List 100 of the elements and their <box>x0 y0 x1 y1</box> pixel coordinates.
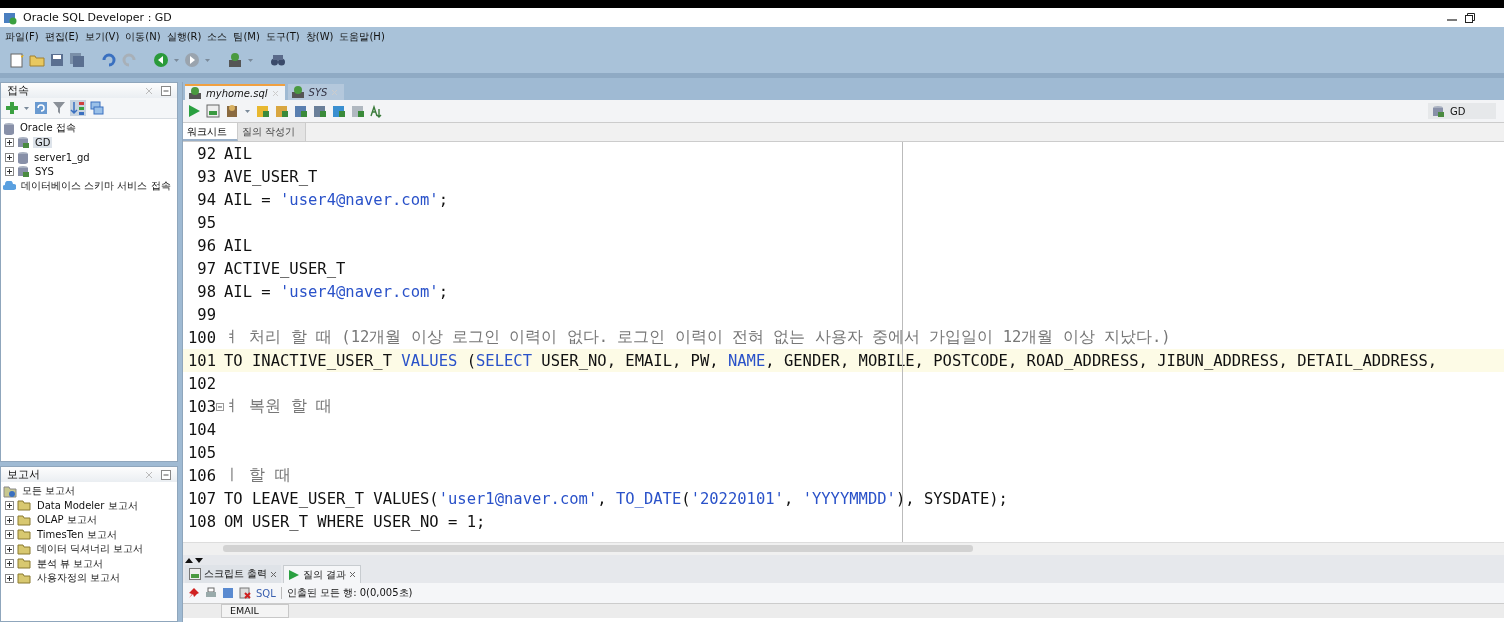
folder-icon <box>17 558 32 570</box>
column-header[interactable]: EMAIL <box>221 604 289 618</box>
tree-item[interactable]: 데이터베이스 스키마 서비스 접속 <box>19 179 173 194</box>
toolbar-icon[interactable] <box>332 104 346 118</box>
code-line: AIL = 'user4@naver.com'; <box>224 282 448 301</box>
line-number: 104 <box>187 420 216 439</box>
save-all-icon[interactable] <box>69 52 85 68</box>
tab[interactable]: 워크시트 <box>183 123 238 141</box>
line-number: 103 <box>187 397 216 416</box>
tree-item[interactable]: 모든 보고서 <box>20 484 78 499</box>
menu-item[interactable]: 편집(E) <box>41 30 82 44</box>
sql-worksheet-icon[interactable] <box>227 52 243 68</box>
window-title: Oracle SQL Developer : GD <box>23 11 172 24</box>
code-line: TO INACTIVE_USER_T VALUES (SELECT USER_NO, EMAIL, PW, NAME, GENDER, MOBILE, POSTCODE, ROAD_ADDRESS, JIBUN_ADDRESS, DETAIL_ADDRESS, <box>224 351 1438 370</box>
expand-icon[interactable] <box>5 501 14 511</box>
tree-item[interactable]: SYS <box>33 166 56 178</box>
code-line: AVE_USER_T <box>224 167 318 186</box>
expand-icon[interactable] <box>5 167 14 177</box>
tree-item[interactable]: GD <box>33 137 53 149</box>
output-tab[interactable]: 스크립트 출력 <box>185 565 282 583</box>
toolbar-icon[interactable] <box>256 104 270 118</box>
filter-icon[interactable] <box>52 101 66 115</box>
folder-icon <box>17 529 32 541</box>
expand-icon[interactable] <box>5 515 14 525</box>
expand-icon[interactable] <box>5 559 14 569</box>
collapse-arrows-icon[interactable] <box>185 557 203 563</box>
line-number: 98 <box>196 282 216 301</box>
undo-icon[interactable] <box>101 52 117 68</box>
add-icon[interactable] <box>5 101 19 115</box>
menu-item[interactable]: 팀(M) <box>230 30 263 44</box>
menu-item[interactable]: 도움말(H) <box>336 30 388 44</box>
sql-worksheet-icon <box>290 85 305 99</box>
code-line: AIL = 'user4@naver.com'; <box>224 190 448 209</box>
toolbar-icon[interactable] <box>351 104 365 118</box>
menu-item[interactable]: 창(W) <box>302 30 337 44</box>
editor-tab[interactable]: myhome.sql <box>185 84 285 100</box>
line-number: 92 <box>196 144 216 163</box>
cancel-icon[interactable] <box>239 587 251 599</box>
line-number: 106 <box>187 466 216 485</box>
tree-item[interactable]: Data Modeler 보고서 <box>35 498 140 513</box>
panel-title: 접속 <box>7 83 29 98</box>
tree-item[interactable]: OLAP 보고서 <box>35 513 99 528</box>
sql-label[interactable]: SQL <box>256 587 276 599</box>
save-icon[interactable] <box>49 52 65 68</box>
tree-item[interactable]: 사용자정의 보고서 <box>35 571 123 586</box>
line-number: 108 <box>187 512 216 531</box>
scrollbar-thumb[interactable] <box>223 545 973 552</box>
line-number: 102 <box>187 374 216 393</box>
menu-item[interactable]: 도구(T) <box>262 30 303 44</box>
expand-icon[interactable] <box>5 573 14 583</box>
pin-icon[interactable] <box>188 587 200 599</box>
menu-item[interactable]: 이동(N) <box>122 30 164 44</box>
editor-tab[interactable]: SYS <box>287 84 345 100</box>
app-icon <box>3 10 17 25</box>
panel-title: 보고서 <box>7 467 40 482</box>
output-tab[interactable]: 질의 결과 <box>283 565 362 583</box>
sort-icon[interactable] <box>70 100 86 116</box>
folder-icon <box>17 543 32 555</box>
menu-item[interactable]: 보기(V) <box>81 30 123 44</box>
cloud-icon <box>3 181 16 192</box>
back-icon[interactable] <box>153 52 169 68</box>
code-line: AIL <box>224 236 252 255</box>
status-text: 인출된 모든 행: 0(0,005초) <box>286 586 413 600</box>
run-icon <box>288 568 301 581</box>
binoculars-icon[interactable] <box>270 52 286 68</box>
expand-icon[interactable] <box>5 138 14 148</box>
minimize-icon[interactable] <box>161 85 171 96</box>
toolbar-icon[interactable] <box>294 104 308 118</box>
connection-dropdown[interactable]: GD <box>1428 103 1496 119</box>
collapse-icon[interactable] <box>216 402 224 411</box>
tree-item[interactable]: server1_gd <box>32 151 92 163</box>
line-number: 105 <box>187 443 216 462</box>
minimize-icon[interactable] <box>161 469 171 480</box>
expand-icon[interactable] <box>5 530 14 540</box>
schema-icon[interactable] <box>90 101 104 115</box>
close-icon[interactable] <box>270 570 278 578</box>
print-icon[interactable] <box>205 587 217 599</box>
menu-item[interactable]: 파일(F) <box>2 30 42 44</box>
expand-icon[interactable] <box>5 544 14 554</box>
toolbar-icon[interactable] <box>275 104 289 118</box>
new-file-icon[interactable] <box>9 52 25 68</box>
tree-item[interactable]: 데이터 딕셔너리 보고서 <box>35 542 146 557</box>
run-script-icon[interactable] <box>206 104 220 118</box>
folder-icon <box>17 514 32 526</box>
connection-icon <box>17 136 30 150</box>
code-line: ACTIVE_USER_T <box>224 259 346 278</box>
expand-icon[interactable] <box>5 152 14 162</box>
menu-item[interactable]: 소스 <box>204 30 231 44</box>
code-line: ㅕ 복원 할 때 <box>224 396 332 417</box>
tree-item[interactable]: 분석 뷰 보고서 <box>35 556 106 571</box>
format-icon[interactable] <box>370 104 384 118</box>
tree-item[interactable]: Oracle 접속 <box>18 121 78 136</box>
line-number: 97 <box>196 259 216 278</box>
tab[interactable]: 질의 작성기 <box>238 123 307 141</box>
toolbar-icon[interactable] <box>313 104 327 118</box>
restore-icon[interactable] <box>1464 11 1476 24</box>
run-icon[interactable] <box>187 104 201 118</box>
menu-item[interactable]: 실행(R) <box>163 30 205 44</box>
close-icon[interactable] <box>349 571 357 578</box>
tree-item[interactable]: TimesTen 보고서 <box>35 527 119 542</box>
